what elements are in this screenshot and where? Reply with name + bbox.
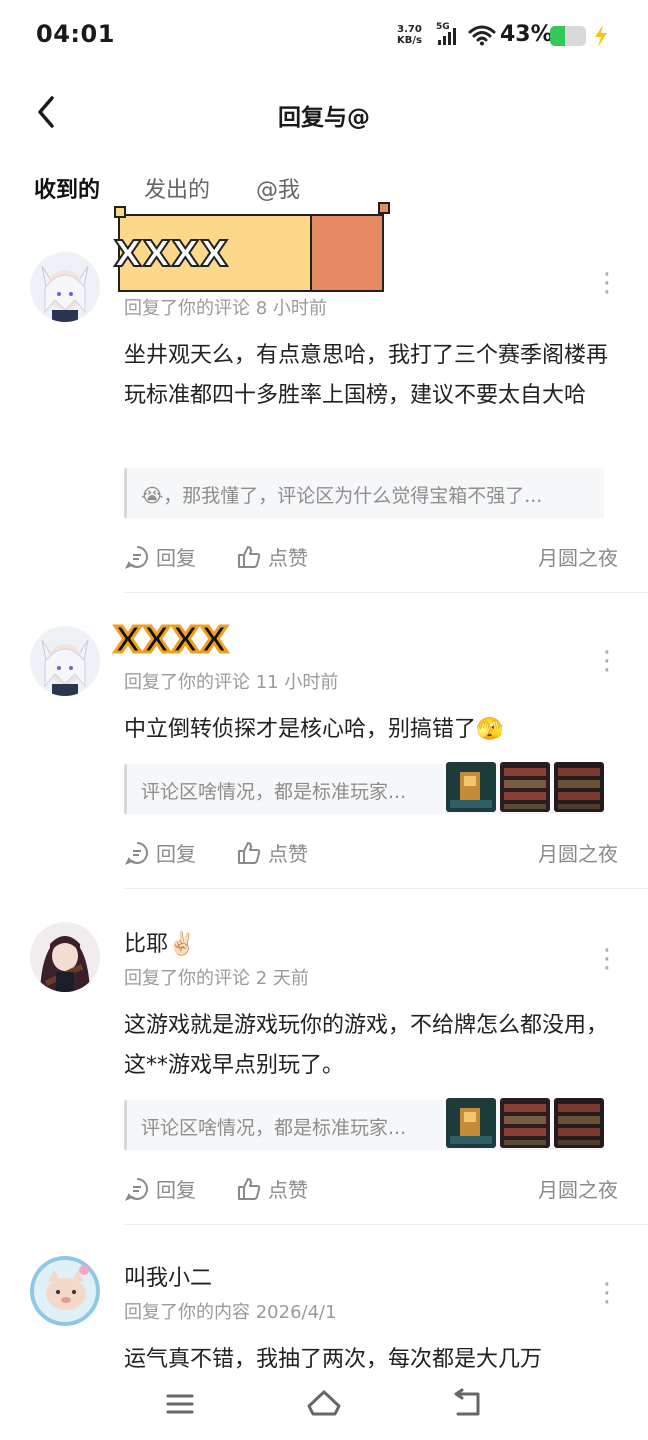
username[interactable]: XXXX [113,233,229,276]
like-button[interactable]: 点赞 [236,838,308,867]
thumbnail-image[interactable] [500,762,550,812]
resize-handle-left[interactable] [114,206,126,218]
divider [124,592,648,593]
tab-received[interactable]: 收到的 [34,172,106,208]
home-icon [307,1390,341,1416]
reply-icon [124,545,148,569]
reply-text: 运气真不错，我抽了两次，每次都是大几万 [124,1347,543,1372]
status-bar: 04:01 3.70 KB/s 5G 43% [0,0,648,72]
thumbnail-image[interactable] [554,1098,604,1148]
like-button[interactable]: 点赞 [236,542,308,571]
like-button[interactable]: 点赞 [236,1174,308,1203]
username[interactable]: 比耶✌🏻 [124,926,195,958]
reply-label: 回复 [156,1178,196,1202]
thumbnail-image[interactable] [554,762,604,812]
thumbnail-image[interactable] [500,1098,550,1148]
battery-icon [550,26,586,46]
more-button[interactable]: ⋮ [594,946,620,972]
quoted-comment-text: 评论区啥情况，都是标准玩家... [141,1117,407,1139]
like-label: 点赞 [268,546,308,570]
quoted-images [446,1098,604,1152]
resize-handle-right[interactable] [378,202,390,214]
avatar[interactable] [30,1256,100,1326]
quoted-comment[interactable]: 评论区啥情况，都是标准玩家... [124,762,604,816]
reply-text: 中立倒转侦探才是核心哈，别搞错了🫣 [124,717,504,742]
quoted-images [446,762,604,816]
reply-text: 坐井观天么，有点意思哈，我打了三个赛季阁楼再玩标准都四十多胜率上国榜，建议不要太… [124,343,609,408]
menu-icon [166,1394,194,1414]
like-label: 点赞 [268,842,308,866]
action-bar: 回复 点赞 月圆之夜 [124,542,618,572]
avatar[interactable] [30,626,100,696]
system-nav-bar [0,1372,648,1440]
reply-icon [124,841,148,865]
more-button[interactable]: ⋮ [594,1280,620,1306]
quoted-comment[interactable]: 评论区啥情况，都是标准玩家... [124,1098,604,1152]
more-button[interactable]: ⋮ [594,648,620,674]
reply-meta: 回复了你的评论 2 天前 [124,968,309,989]
reply-button[interactable]: 回复 [124,838,196,867]
status-time: 04:01 [36,20,115,48]
network-type: 5G [436,22,450,32]
reply-text: 这游戏就是游戏玩你的游戏，不给牌怎么都没用，这**游戏早点别玩了。 [124,1013,609,1078]
more-button[interactable]: ⋮ [594,270,620,296]
charging-icon [592,24,610,52]
reply-label: 回复 [156,842,196,866]
reply-meta: 回复了你的内容 2026/4/1 [124,1302,337,1323]
page-header: 回复与@ [0,80,648,144]
back-nav-button[interactable] [448,1386,488,1422]
tab-sent[interactable]: 发出的 [144,172,210,204]
reply-button[interactable]: 回复 [124,542,196,571]
like-icon [238,545,261,568]
back-nav-icon [454,1388,480,1416]
net-speed-unit: KB/s [397,35,422,46]
signal-icon: 5G [436,22,462,48]
avatar[interactable] [30,252,100,322]
thumbnail-image[interactable] [446,1098,496,1148]
avatar[interactable] [30,922,100,992]
tab-mentions[interactable]: @我 [256,172,300,204]
home-button[interactable] [304,1386,344,1422]
page-title: 回复与@ [278,105,370,131]
reply-meta: 回复了你的评论 11 小时前 [124,672,339,693]
menu-button[interactable] [160,1386,200,1422]
source-game[interactable]: 月圆之夜 [538,838,618,867]
like-icon [238,841,261,864]
wifi-icon [468,24,496,50]
divider [124,1224,648,1225]
quoted-comment-text: 评论区啥情况，都是标准玩家... [141,781,407,803]
reply-meta: 回复了你的评论 8 小时前 [124,298,327,319]
source-game[interactable]: 月圆之夜 [538,1174,618,1203]
quoted-comment-text: 😭，那我懂了，评论区为什么觉得宝箱不强了... [141,485,543,507]
battery-percent: 43% [500,22,553,47]
username[interactable]: 叫我小二 [124,1260,212,1292]
quoted-comment[interactable]: 😭，那我懂了，评论区为什么觉得宝箱不强了... [124,468,604,518]
battery-fill [550,26,566,46]
reply-icon [124,1177,148,1201]
action-bar: 回复 点赞 月圆之夜 [124,838,618,868]
thumbnail-image[interactable] [446,762,496,812]
action-bar: 回复 点赞 月圆之夜 [124,1174,618,1204]
username[interactable]: XXXX [112,619,229,663]
divider [124,888,648,889]
net-speed-value: 3.70 [397,24,422,35]
reply-button[interactable]: 回复 [124,1174,196,1203]
redaction-right-fill [310,216,382,290]
list-item[interactable]: 叫我小二 ⋮ 回复了你的内容 2026/4/1 运气真不错，我抽了两次，每次都是… [0,1252,648,1372]
like-icon [238,1177,261,1200]
like-label: 点赞 [268,1178,308,1202]
reply-label: 回复 [156,546,196,570]
source-game[interactable]: 月圆之夜 [538,542,618,571]
net-speed: 3.70 KB/s [397,24,422,46]
tab-received-label: 收到的 [34,178,101,203]
